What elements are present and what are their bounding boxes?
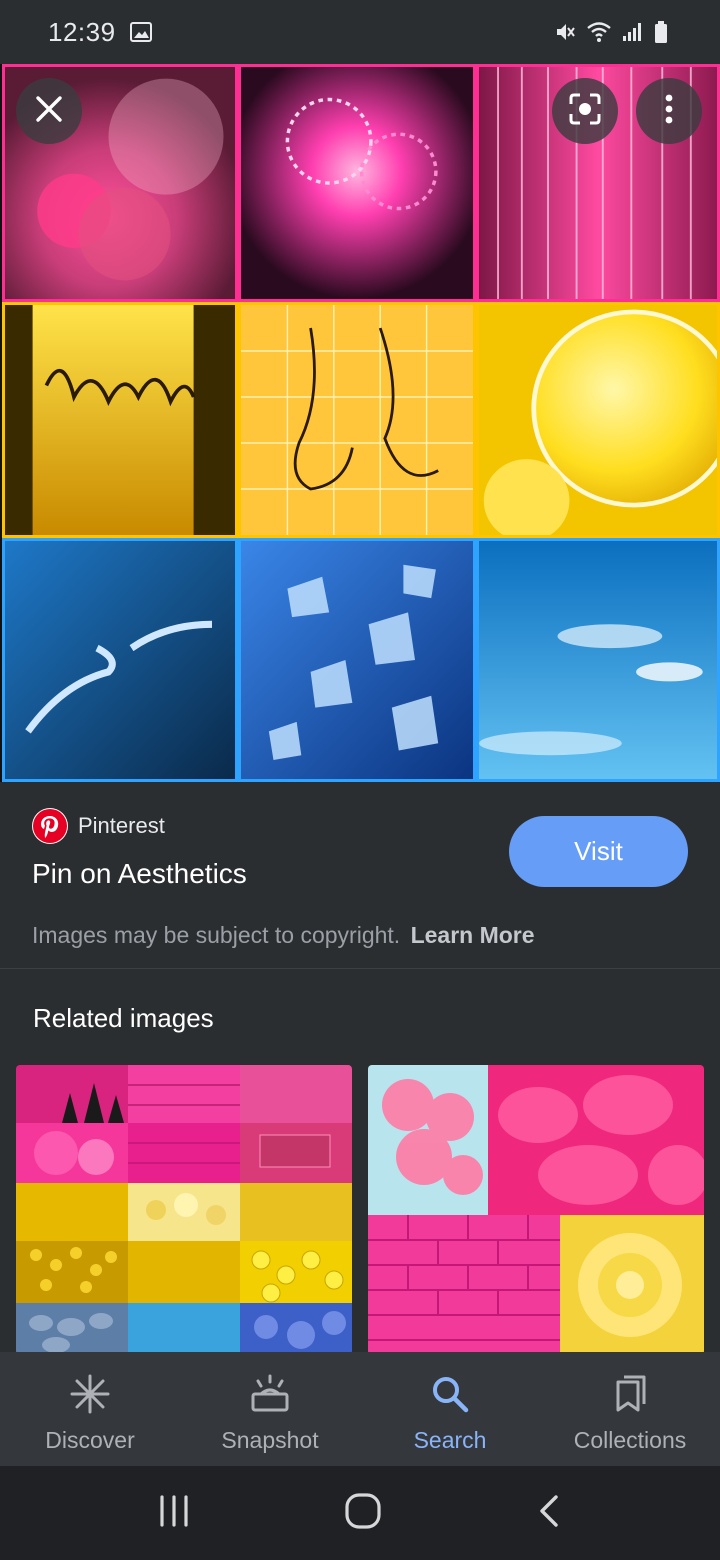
more-options-button[interactable]: [636, 78, 702, 144]
nav-discover-label: Discover: [45, 1427, 135, 1453]
visit-button[interactable]: Visit: [509, 816, 688, 887]
close-button[interactable]: [16, 78, 82, 144]
status-bar: 12:39: [0, 0, 720, 64]
recents-icon[interactable]: [156, 1493, 192, 1534]
asterisk-icon: [68, 1372, 112, 1421]
pinterest-logo-icon: [32, 808, 68, 844]
nav-search[interactable]: Search: [360, 1352, 540, 1466]
image-info-panel: Pinterest Pin on Aesthetics Visit Images…: [0, 782, 720, 968]
nav-collections[interactable]: Collections: [540, 1352, 720, 1466]
snapshot-icon: [248, 1372, 292, 1421]
collage-tile: [238, 64, 476, 302]
nav-snapshot-label: Snapshot: [221, 1427, 319, 1453]
more-vert-icon: [664, 93, 674, 130]
collage-tile: [238, 302, 476, 538]
collage-tile: [476, 538, 720, 782]
close-icon: [34, 94, 64, 129]
nav-discover[interactable]: Discover: [0, 1352, 180, 1466]
battery-icon: [654, 21, 668, 43]
home-icon[interactable]: [343, 1491, 383, 1536]
learn-more-link[interactable]: Learn More: [411, 922, 535, 948]
search-icon: [428, 1372, 472, 1421]
lens-icon: [568, 92, 602, 131]
collage-tile: [2, 302, 238, 538]
wifi-icon: [586, 21, 612, 43]
back-icon[interactable]: [534, 1493, 564, 1534]
lens-button[interactable]: [552, 78, 618, 144]
divider: [0, 968, 720, 969]
system-navigation-bar: [0, 1466, 720, 1560]
copyright-text: Images may be subject to copyright.: [32, 922, 401, 948]
related-image-card[interactable]: [368, 1065, 704, 1355]
mute-icon: [554, 21, 576, 43]
collections-icon: [608, 1372, 652, 1421]
related-images-heading: Related images: [33, 1003, 214, 1033]
copyright-notice: Images may be subject to copyright. Lear…: [32, 922, 535, 949]
source-row[interactable]: Pinterest: [32, 808, 165, 844]
gallery-icon: [129, 22, 152, 42]
nav-snapshot[interactable]: Snapshot: [180, 1352, 360, 1466]
source-name: Pinterest: [78, 813, 165, 838]
main-image[interactable]: [0, 64, 720, 782]
nav-collections-label: Collections: [573, 1427, 687, 1453]
nav-search-label: Search: [413, 1427, 487, 1453]
page-title[interactable]: Pin on Aesthetics: [32, 858, 247, 890]
collage-tile: [476, 302, 720, 538]
related-image-card[interactable]: [16, 1065, 352, 1355]
status-time: 12:39: [48, 16, 116, 47]
signal-icon: [622, 22, 644, 42]
bottom-navigation: Discover Snapshot Search Collections: [0, 1352, 720, 1466]
collage-tile: [238, 538, 476, 782]
collage-tile: [2, 538, 238, 782]
